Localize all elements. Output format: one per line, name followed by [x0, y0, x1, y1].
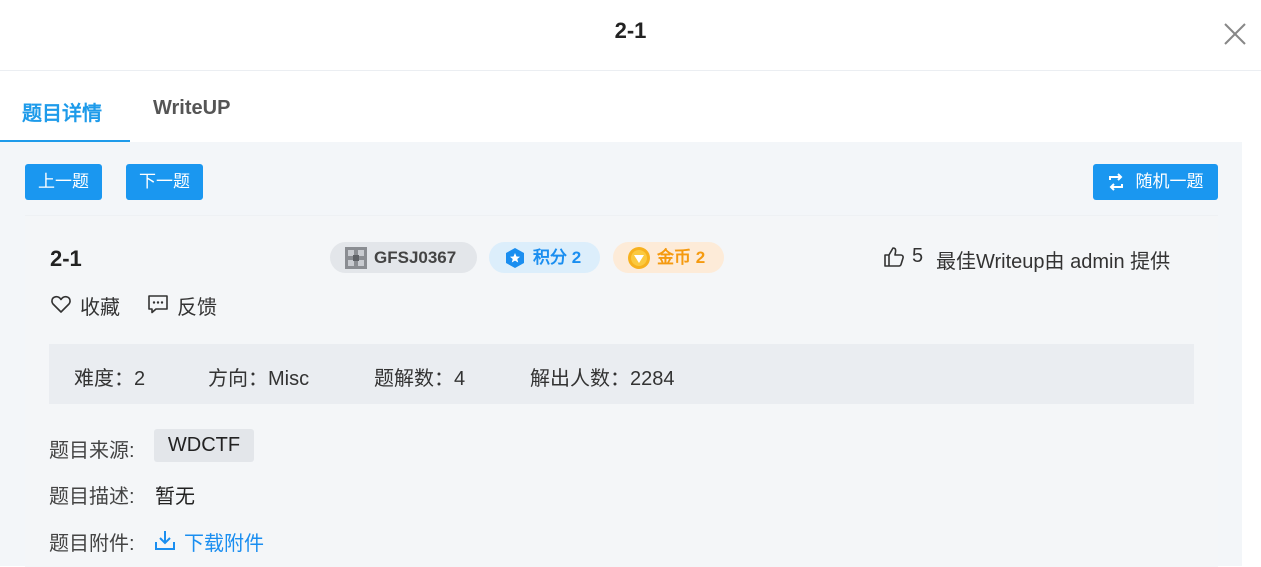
solvers-stat: 解出人数：2284: [530, 368, 675, 390]
difficulty-stat: 难度：2: [74, 368, 146, 390]
heart-icon: [51, 295, 71, 313]
question-card: 2-1 GFSJ0367 积分 2 金币 2 5 最佳Writeup由 admi…: [25, 215, 1218, 567]
gold-coin-icon: [628, 247, 650, 269]
prev-question-button[interactable]: 上一题: [25, 164, 102, 200]
score-badge: 积分 2: [489, 242, 600, 273]
question-id-badge: GFSJ0367: [330, 242, 477, 273]
score-icon: [506, 248, 524, 268]
gold-text: 金币 2: [657, 248, 706, 267]
question-id-text: GFSJ0367: [374, 248, 457, 267]
description-label: 题目描述:: [49, 486, 135, 508]
favorite-label: 收藏: [80, 297, 120, 319]
gold-badge: 金币 2: [613, 242, 724, 273]
feedback-button[interactable]: 反馈: [147, 291, 227, 319]
best-writeup-text: 最佳Writeup由 admin 提供: [936, 251, 1171, 273]
stats-bar: 难度：2 方向：Misc 题解数：4 解出人数：2284: [49, 344, 1194, 404]
shuffle-icon: [1109, 173, 1123, 191]
tab-writeup[interactable]: WriteUP: [153, 97, 230, 120]
attachment-label: 题目附件:: [49, 533, 135, 555]
random-question-button[interactable]: 随机一题: [1093, 164, 1218, 200]
source-label: 题目来源:: [49, 440, 135, 462]
like-count: 5: [912, 245, 924, 267]
download-icon: [155, 531, 175, 550]
download-label: 下载附件: [184, 533, 264, 555]
score-text: 积分 2: [533, 248, 582, 267]
tab-bar: 题目详情 WriteUP: [0, 71, 1261, 143]
content-panel: 上一题 下一题 随机一题 2-1 GFSJ0367 积分 2 金币 2 5 最佳…: [0, 142, 1242, 567]
tab-question-details[interactable]: 题目详情: [22, 97, 102, 126]
modal-title: 2-1: [614, 18, 647, 43]
close-icon[interactable]: [1222, 21, 1248, 47]
category-stat: 方向：Misc: [208, 368, 310, 390]
description-value: 暂无: [155, 486, 195, 508]
next-question-button[interactable]: 下一题: [126, 164, 203, 200]
comment-icon: [148, 295, 168, 314]
random-question-label: 随机一题: [1135, 172, 1204, 191]
solutions-stat: 题解数：4: [374, 368, 466, 390]
question-title: 2-1: [50, 246, 82, 271]
feedback-label: 反馈: [177, 297, 217, 319]
source-tag: WDCTF: [154, 429, 254, 462]
thumbs-up-icon[interactable]: [883, 246, 905, 268]
favorite-button[interactable]: 收藏: [50, 291, 130, 319]
question-id-icon: [345, 247, 367, 269]
modal-header: 2-1: [0, 0, 1261, 71]
